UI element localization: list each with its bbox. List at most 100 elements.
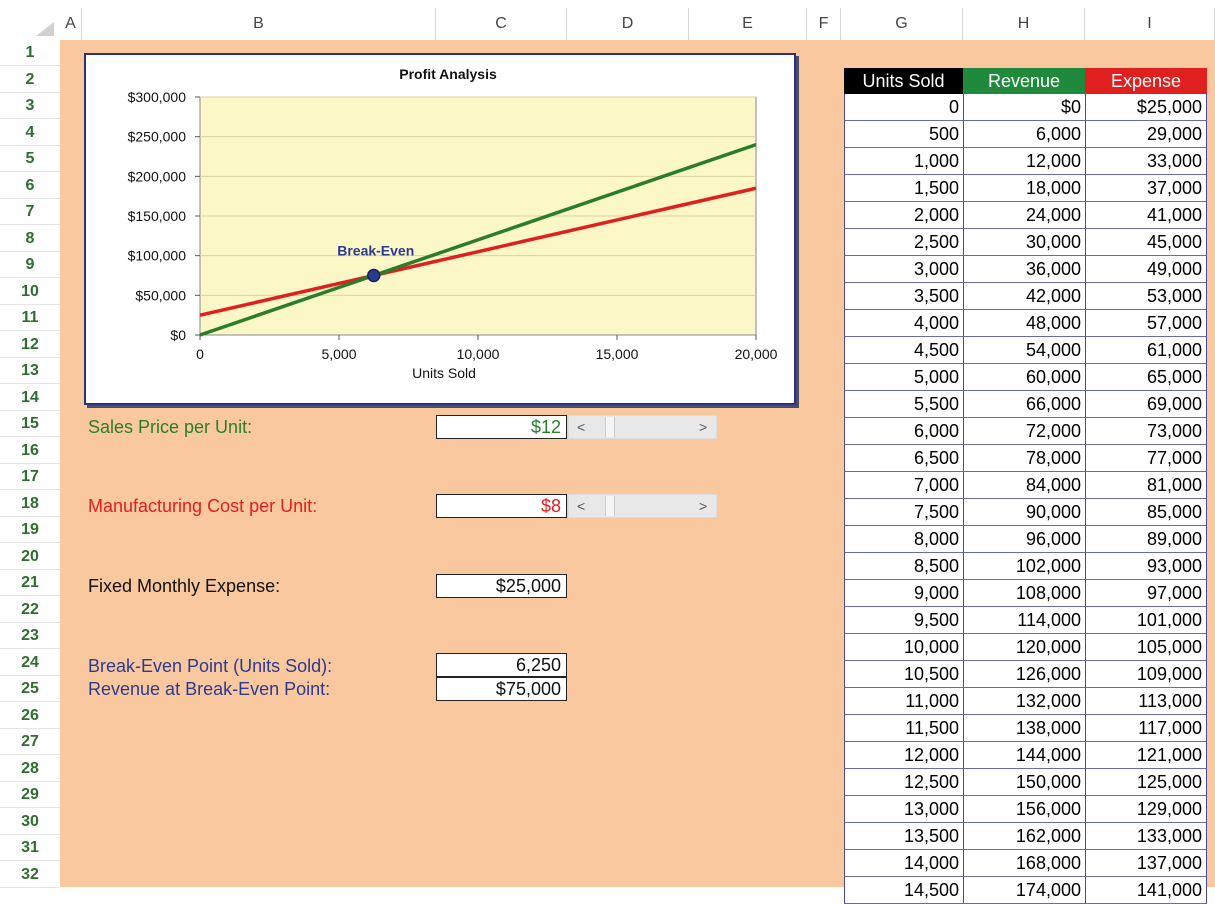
table-cell[interactable]: 121,000 (1085, 742, 1207, 769)
fixed-expense-cell[interactable]: $25,000 (436, 574, 567, 598)
row-header[interactable]: 5 (0, 146, 60, 172)
table-cell[interactable]: 174,000 (963, 877, 1085, 904)
table-cell[interactable]: 37,000 (1085, 175, 1207, 202)
table-cell[interactable]: 108,000 (963, 580, 1085, 607)
table-cell[interactable]: 96,000 (963, 526, 1085, 553)
scroll-right-arrow-icon[interactable]: > (699, 495, 707, 517)
table-cell[interactable]: 141,000 (1085, 877, 1207, 904)
table-cell[interactable]: 60,000 (963, 364, 1085, 391)
row-header[interactable]: 23 (0, 623, 60, 649)
row-header[interactable]: 19 (0, 517, 60, 543)
table-cell[interactable]: 10,500 (844, 661, 963, 688)
mfg-cost-cell[interactable]: $8 (436, 494, 567, 518)
table-cell[interactable]: 93,000 (1085, 553, 1207, 580)
table-cell[interactable]: 90,000 (963, 499, 1085, 526)
table-cell[interactable]: 6,500 (844, 445, 963, 472)
row-header[interactable]: 1 (0, 40, 60, 66)
table-cell[interactable]: 5,000 (844, 364, 963, 391)
scroll-left-arrow-icon[interactable]: < (577, 416, 585, 438)
table-cell[interactable]: 7,500 (844, 499, 963, 526)
table-cell[interactable]: 30,000 (963, 229, 1085, 256)
table-cell[interactable]: 9,000 (844, 580, 963, 607)
table-cell[interactable]: 126,000 (963, 661, 1085, 688)
sales-price-cell[interactable]: $12 (436, 415, 567, 439)
row-header[interactable]: 15 (0, 411, 60, 437)
table-cell[interactable]: 14,000 (844, 850, 963, 877)
header-revenue[interactable]: Revenue (963, 68, 1085, 94)
row-header[interactable]: 7 (0, 199, 60, 225)
table-cell[interactable]: 2,000 (844, 202, 963, 229)
profit-analysis-chart[interactable]: $300,000 $250,000 $200,000 $150,000 $100,000… (84, 53, 796, 405)
row-header[interactable]: 9 (0, 252, 60, 278)
table-cell[interactable]: 105,000 (1085, 634, 1207, 661)
table-cell[interactable]: 49,000 (1085, 256, 1207, 283)
row-header[interactable]: 18 (0, 490, 60, 517)
row-header[interactable]: 31 (0, 835, 60, 861)
table-cell[interactable]: 150,000 (963, 769, 1085, 796)
row-header[interactable]: 11 (0, 305, 60, 331)
scroll-right-arrow-icon[interactable]: > (699, 416, 707, 438)
table-cell[interactable]: 89,000 (1085, 526, 1207, 553)
column-header-a[interactable]: A (60, 8, 82, 40)
table-cell[interactable]: 84,000 (963, 472, 1085, 499)
table-cell[interactable]: 156,000 (963, 796, 1085, 823)
row-header[interactable]: 27 (0, 729, 60, 755)
row-header[interactable]: 12 (0, 331, 60, 358)
row-header[interactable]: 21 (0, 570, 60, 596)
row-header[interactable]: 32 (0, 861, 60, 888)
table-cell[interactable]: 11,500 (844, 715, 963, 742)
column-header-i[interactable]: I (1085, 8, 1215, 40)
table-cell[interactable]: 53,000 (1085, 283, 1207, 310)
column-header-b[interactable]: B (82, 8, 436, 40)
column-header-g[interactable]: G (841, 8, 963, 40)
row-header[interactable]: 16 (0, 437, 60, 464)
table-cell[interactable]: 12,500 (844, 769, 963, 796)
table-cell[interactable]: 13,000 (844, 796, 963, 823)
break-even-revenue-cell[interactable]: $75,000 (436, 677, 567, 701)
table-cell[interactable]: 1,500 (844, 175, 963, 202)
header-units-sold[interactable]: Units Sold (844, 68, 963, 94)
table-cell[interactable]: 69,000 (1085, 391, 1207, 418)
table-cell[interactable]: 33,000 (1085, 148, 1207, 175)
table-cell[interactable]: 125,000 (1085, 769, 1207, 796)
table-cell[interactable]: 102,000 (963, 553, 1085, 580)
row-header[interactable]: 30 (0, 808, 60, 835)
column-header-e[interactable]: E (689, 8, 807, 40)
row-header[interactable]: 26 (0, 702, 60, 729)
table-cell[interactable]: 1,000 (844, 148, 963, 175)
table-cell[interactable]: 3,500 (844, 283, 963, 310)
row-header[interactable]: 2 (0, 66, 60, 93)
table-cell[interactable]: 77,000 (1085, 445, 1207, 472)
scroll-thumb[interactable] (605, 496, 615, 516)
row-header[interactable]: 14 (0, 384, 60, 411)
table-cell[interactable]: 73,000 (1085, 418, 1207, 445)
select-all-icon[interactable] (36, 22, 54, 36)
table-cell[interactable]: 5,500 (844, 391, 963, 418)
break-even-units-cell[interactable]: 6,250 (436, 653, 567, 677)
table-cell[interactable]: 61,000 (1085, 337, 1207, 364)
table-cell[interactable]: 65,000 (1085, 364, 1207, 391)
column-header-f[interactable]: F (807, 8, 841, 40)
column-header-d[interactable]: D (567, 8, 689, 40)
scroll-thumb[interactable] (605, 417, 615, 437)
row-header[interactable]: 20 (0, 543, 60, 570)
table-cell[interactable]: 14,500 (844, 877, 963, 904)
table-cell[interactable]: 2,500 (844, 229, 963, 256)
row-header[interactable]: 13 (0, 358, 60, 384)
row-header[interactable]: 6 (0, 172, 60, 199)
table-cell[interactable]: 66,000 (963, 391, 1085, 418)
table-cell[interactable]: 57,000 (1085, 310, 1207, 337)
table-cell[interactable]: 120,000 (963, 634, 1085, 661)
table-cell[interactable]: 13,500 (844, 823, 963, 850)
scroll-left-arrow-icon[interactable]: < (577, 495, 585, 517)
table-cell[interactable]: 12,000 (844, 742, 963, 769)
table-cell[interactable]: 138,000 (963, 715, 1085, 742)
table-cell[interactable]: 78,000 (963, 445, 1085, 472)
table-cell[interactable]: 3,000 (844, 256, 963, 283)
table-cell[interactable]: 162,000 (963, 823, 1085, 850)
table-cell[interactable]: 24,000 (963, 202, 1085, 229)
table-cell[interactable]: 114,000 (963, 607, 1085, 634)
table-cell[interactable]: 7,000 (844, 472, 963, 499)
table-cell[interactable]: 137,000 (1085, 850, 1207, 877)
table-cell[interactable]: 168,000 (963, 850, 1085, 877)
